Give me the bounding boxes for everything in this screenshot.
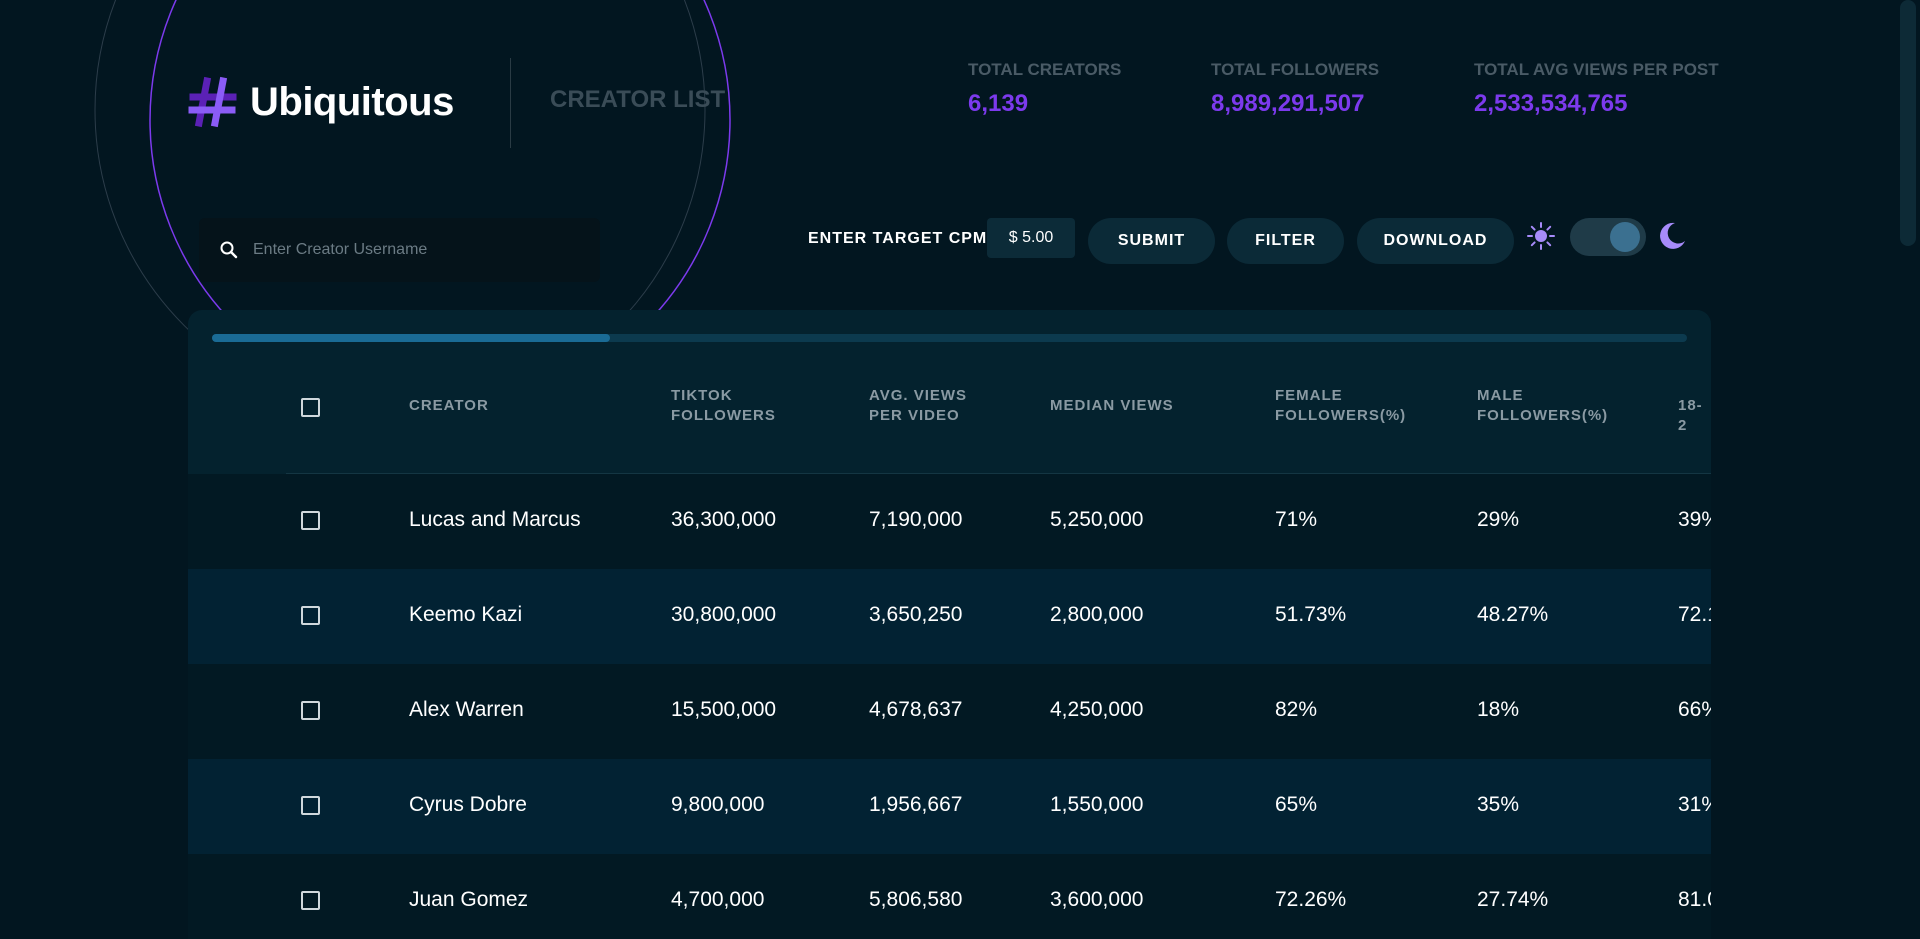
stat-label: TOTAL AVG VIEWS PER POST bbox=[1474, 60, 1719, 79]
cell-male: 27.74% bbox=[1477, 888, 1549, 911]
page-title: CREATOR LIST bbox=[550, 86, 726, 113]
stat-label: TOTAL CREATORS bbox=[968, 60, 1122, 79]
toggle-knob bbox=[1610, 222, 1640, 252]
cpm-input[interactable]: $ 5.00 bbox=[987, 218, 1075, 258]
cell-female: 82% bbox=[1275, 698, 1318, 721]
cell-age: 66% bbox=[1678, 698, 1711, 721]
brand-name: Ubiquitous bbox=[250, 79, 454, 124]
cell-female: 72.26% bbox=[1275, 888, 1347, 911]
cell-median-views: 2,800,000 bbox=[1050, 603, 1144, 626]
row-checkbox[interactable] bbox=[301, 606, 320, 625]
stat-label: TOTAL FOLLOWERS bbox=[1211, 60, 1380, 79]
cell-median-views: 4,250,000 bbox=[1050, 698, 1144, 721]
sun-icon[interactable] bbox=[1526, 221, 1556, 251]
col-header-creator[interactable]: CREATOR bbox=[409, 396, 489, 416]
cell-median-views: 3,600,000 bbox=[1050, 888, 1144, 911]
cell-female: 71% bbox=[1275, 508, 1318, 531]
cell-creator: Juan Gomez bbox=[409, 888, 529, 911]
cell-avg-views: 1,956,667 bbox=[869, 793, 963, 816]
row-checkbox[interactable] bbox=[301, 701, 320, 720]
stat-total-creators: TOTAL CREATORS 6,139 bbox=[968, 60, 1121, 118]
theme-toggle[interactable] bbox=[1570, 218, 1646, 256]
table-row[interactable]: Alex Warren 15,500,000 4,678,637 4,250,0… bbox=[188, 664, 1711, 759]
col-header-age[interactable]: 18-2 bbox=[1678, 396, 1711, 436]
search-input[interactable] bbox=[251, 240, 585, 260]
creator-table: CREATOR TIKTOK FOLLOWERS AVG. VIEWS PER … bbox=[188, 310, 1711, 939]
cell-avg-views: 4,678,637 bbox=[869, 698, 963, 721]
cell-male: 29% bbox=[1477, 508, 1520, 531]
cell-creator: Lucas and Marcus bbox=[409, 508, 581, 531]
cpm-label: ENTER TARGET CPM bbox=[808, 230, 988, 247]
cell-male: 35% bbox=[1477, 793, 1520, 816]
cell-followers: 9,800,000 bbox=[671, 793, 765, 816]
cell-followers: 15,500,000 bbox=[671, 698, 777, 721]
stat-value: 2,533,534,765 bbox=[1474, 90, 1628, 117]
row-checkbox[interactable] bbox=[301, 891, 320, 910]
table-row[interactable]: Juan Gomez 4,700,000 5,806,580 3,600,000… bbox=[188, 854, 1711, 939]
cell-followers: 4,700,000 bbox=[671, 888, 765, 911]
col-header-avg-views[interactable]: AVG. VIEWS PER VIDEO bbox=[869, 386, 967, 426]
cell-avg-views: 3,650,250 bbox=[869, 603, 963, 626]
cell-median-views: 1,550,000 bbox=[1050, 793, 1144, 816]
hash-icon bbox=[188, 76, 237, 128]
cell-creator: Alex Warren bbox=[409, 698, 524, 721]
cell-female: 65% bbox=[1275, 793, 1318, 816]
col-header-median-views[interactable]: MEDIAN VIEWS bbox=[1050, 396, 1174, 416]
submit-button[interactable]: SUBMIT bbox=[1088, 218, 1215, 264]
table-row[interactable]: Lucas and Marcus 36,300,000 7,190,000 5,… bbox=[188, 474, 1711, 569]
cell-male: 18% bbox=[1477, 698, 1520, 721]
table-scroll-progress[interactable] bbox=[212, 334, 1687, 342]
col-header-male-followers[interactable]: MALE FOLLOWERS(%) bbox=[1477, 386, 1608, 426]
row-checkbox[interactable] bbox=[301, 511, 320, 530]
cell-followers: 36,300,000 bbox=[671, 508, 777, 531]
cell-age: 31% bbox=[1678, 793, 1711, 816]
cell-age: 39% bbox=[1678, 508, 1711, 531]
col-header-tiktok-followers[interactable]: TIKTOK FOLLOWERS bbox=[671, 386, 776, 426]
filter-button[interactable]: FILTER bbox=[1227, 218, 1344, 264]
cell-age: 72.1 bbox=[1678, 603, 1711, 626]
col-header-female-followers[interactable]: FEMALE FOLLOWERS(%) bbox=[1275, 386, 1406, 426]
moon-icon[interactable] bbox=[1656, 220, 1688, 252]
search-box[interactable] bbox=[199, 218, 600, 282]
cell-creator: Cyrus Dobre bbox=[409, 793, 527, 816]
cell-female: 51.73% bbox=[1275, 603, 1347, 626]
cell-median-views: 5,250,000 bbox=[1050, 508, 1144, 531]
select-all-checkbox[interactable] bbox=[301, 398, 320, 417]
page-scrollbar[interactable] bbox=[1896, 0, 1920, 939]
cell-followers: 30,800,000 bbox=[671, 603, 777, 626]
download-button[interactable]: DOWNLOAD bbox=[1357, 218, 1514, 264]
table-row[interactable]: Keemo Kazi 30,800,000 3,650,250 2,800,00… bbox=[188, 569, 1711, 664]
stat-total-avg-views: TOTAL AVG VIEWS PER POST 2,533,534,765 bbox=[1474, 60, 1719, 118]
brand-logo[interactable]: Ubiquitous bbox=[187, 76, 454, 128]
cell-avg-views: 7,190,000 bbox=[869, 508, 963, 531]
search-icon bbox=[220, 241, 238, 259]
table-row[interactable]: Cyrus Dobre 9,800,000 1,956,667 1,550,00… bbox=[188, 759, 1711, 854]
stat-value: 8,989,291,507 bbox=[1211, 90, 1365, 117]
cell-age: 81.0 bbox=[1678, 888, 1711, 911]
row-checkbox[interactable] bbox=[301, 796, 320, 815]
progress-fill bbox=[212, 334, 611, 342]
header-divider bbox=[510, 58, 511, 148]
cell-creator: Keemo Kazi bbox=[409, 603, 523, 626]
cell-avg-views: 5,806,580 bbox=[869, 888, 963, 911]
stat-total-followers: TOTAL FOLLOWERS 8,989,291,507 bbox=[1211, 60, 1379, 118]
stat-value: 6,139 bbox=[968, 90, 1029, 117]
scrollbar-thumb[interactable] bbox=[1900, 0, 1916, 246]
cell-male: 48.27% bbox=[1477, 603, 1549, 626]
